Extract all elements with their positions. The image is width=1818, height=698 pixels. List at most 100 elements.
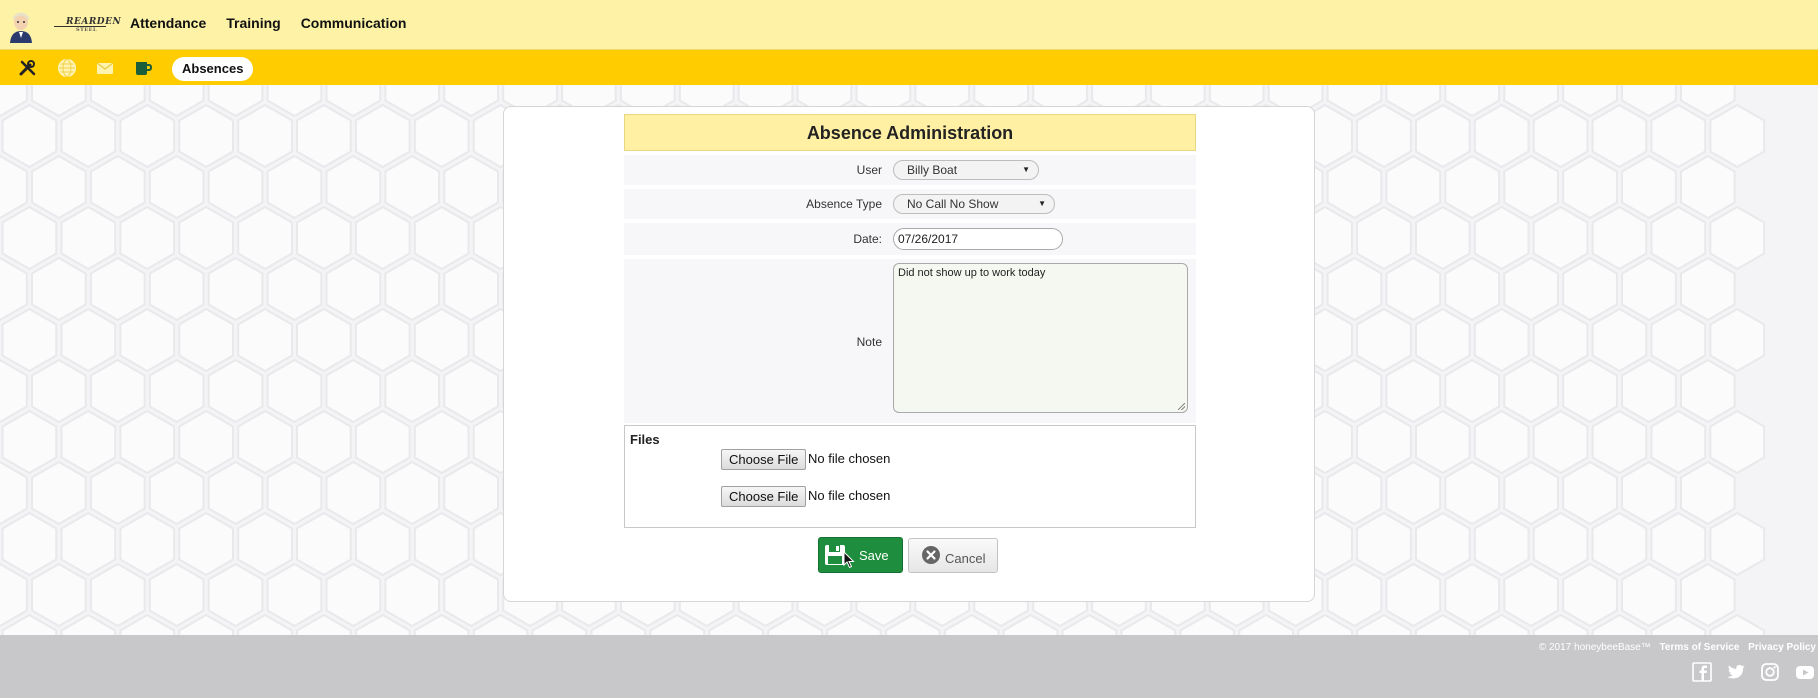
hexagon-cell: [1621, 562, 1677, 628]
hexagon-cell: [1356, 205, 1412, 271]
hexagon-cell: [325, 256, 382, 322]
hexagon-cell: [1473, 511, 1530, 577]
cancel-circle-icon: [922, 546, 940, 564]
nav-attendance[interactable]: Attendance: [130, 15, 206, 31]
hexagon-cell: [1, 103, 58, 169]
hexagon-cell: [1356, 103, 1412, 169]
hexagon-cell: [1326, 256, 1383, 322]
hexagon-cell: [384, 562, 441, 628]
file-status-2: No file chosen: [808, 488, 891, 503]
brand-logo[interactable]: REARDEN STEEL: [54, 14, 121, 36]
hexagon-cell: [1621, 256, 1677, 322]
hexagon-cell: [1356, 511, 1412, 577]
form-title: Absence Administration: [624, 114, 1196, 151]
hexagon-cell: [1326, 460, 1383, 526]
hexagon-cell: [0, 460, 28, 526]
hexagon-cell: [1415, 409, 1471, 475]
hexagon-cell: [354, 205, 411, 271]
hexagon-cell: [1503, 460, 1559, 526]
hexagon-cell: [60, 307, 117, 373]
globe-icon[interactable]: [57, 58, 77, 78]
hexagon-cell: [1709, 205, 1766, 271]
date-row: Date: 07/26/2017: [624, 223, 1196, 255]
hexagon-cell: [148, 358, 205, 424]
resize-handle[interactable]: [1178, 403, 1185, 410]
facebook-icon[interactable]: [1692, 662, 1712, 682]
hexagon-cell: [384, 358, 441, 424]
hexagon-cell: [1562, 358, 1618, 424]
hexagon-cell: [148, 562, 205, 628]
hexagon-cell: [119, 103, 176, 169]
hexagon-cell: [384, 256, 441, 322]
mug-icon[interactable]: [133, 58, 153, 78]
hexagon-cell: [1532, 307, 1589, 373]
twitter-icon[interactable]: [1726, 662, 1746, 682]
hexagon-cell: [1562, 460, 1618, 526]
hexagon-cell: [119, 511, 176, 577]
absences-tab[interactable]: Absences: [172, 57, 254, 81]
hexagon-cell: [148, 256, 205, 322]
hexagon-cell: [266, 562, 323, 628]
hexagon-cell: [266, 154, 323, 220]
mail-icon[interactable]: [95, 58, 115, 78]
main-nav: Attendance Training Communication: [130, 15, 406, 31]
save-button[interactable]: Save: [818, 537, 903, 573]
absence-type-select[interactable]: No Call No Show ▼: [893, 194, 1055, 214]
hexagon-cell: [1680, 460, 1736, 526]
hexagon-cell: [1591, 409, 1648, 475]
hexagon-cell: [1709, 307, 1766, 373]
hexagon-cell: [296, 103, 352, 169]
hexagon-cell: [1532, 103, 1589, 169]
choose-file-button-2[interactable]: Choose File: [721, 486, 807, 507]
brand-subname: STEEL: [76, 27, 97, 33]
hexagon-cell: [178, 103, 234, 169]
hexagon-cell: [1326, 358, 1383, 424]
hexagon-cell: [325, 358, 382, 424]
hexagon-cell: [0, 562, 28, 628]
hexagon-cell: [178, 409, 234, 475]
hexagon-cell: [1503, 358, 1559, 424]
note-textarea[interactable]: Did not show up to work today: [893, 263, 1188, 413]
brand-name: REARDEN: [66, 17, 122, 27]
hexagon-cell: [384, 460, 441, 526]
hexagon-cell: [1532, 205, 1589, 271]
top-header: REARDEN STEEL Attendance Training Commun…: [0, 0, 1818, 50]
nav-training[interactable]: Training: [226, 15, 280, 31]
youtube-icon[interactable]: [1795, 662, 1815, 682]
hexagon-cell: [266, 358, 323, 424]
hexagon-cell: [0, 358, 28, 424]
choose-file-button-1[interactable]: Choose File: [721, 449, 807, 470]
user-select[interactable]: Billy Boat ▼: [893, 160, 1039, 180]
hexagon-cell: [296, 205, 352, 271]
hexagon-cell: [266, 460, 323, 526]
hexagon-cell: [1356, 307, 1412, 373]
date-field-value: 07/26/2017: [898, 232, 959, 246]
hexagon-cell: [178, 307, 234, 373]
hexagon-cell: [443, 460, 499, 526]
hexagon-cell: [60, 205, 117, 271]
hexagon-cell: [1650, 103, 1707, 169]
user-avatar-icon[interactable]: [8, 11, 34, 43]
hexagon-cell: [207, 562, 264, 628]
hexagon-cell: [1, 205, 58, 271]
hexagon-cell: [354, 511, 411, 577]
hexagon-cell: [1532, 409, 1589, 475]
cancel-button[interactable]: Cancel: [908, 538, 998, 573]
hexagon-cell: [89, 358, 146, 424]
absence-type-row: Absence Type No Call No Show ▼: [624, 189, 1196, 219]
save-button-label: Save: [859, 548, 889, 563]
hexagon-cell: [1473, 205, 1530, 271]
chevron-down-icon: ▼: [1038, 199, 1046, 208]
terms-link[interactable]: Terms of Service: [1660, 642, 1740, 653]
hexagon-cell: [354, 307, 411, 373]
tools-icon[interactable]: [18, 58, 38, 78]
hexagon-cell: [1385, 562, 1442, 628]
hexagon-cell: [1444, 460, 1501, 526]
hexagon-cell: [1650, 409, 1707, 475]
date-field[interactable]: 07/26/2017: [893, 228, 1063, 250]
nav-communication[interactable]: Communication: [301, 15, 407, 31]
hexagon-cell: [60, 511, 117, 577]
privacy-link[interactable]: Privacy Policy: [1748, 642, 1816, 653]
instagram-icon[interactable]: [1760, 662, 1780, 682]
hexagon-cell: [1, 307, 58, 373]
